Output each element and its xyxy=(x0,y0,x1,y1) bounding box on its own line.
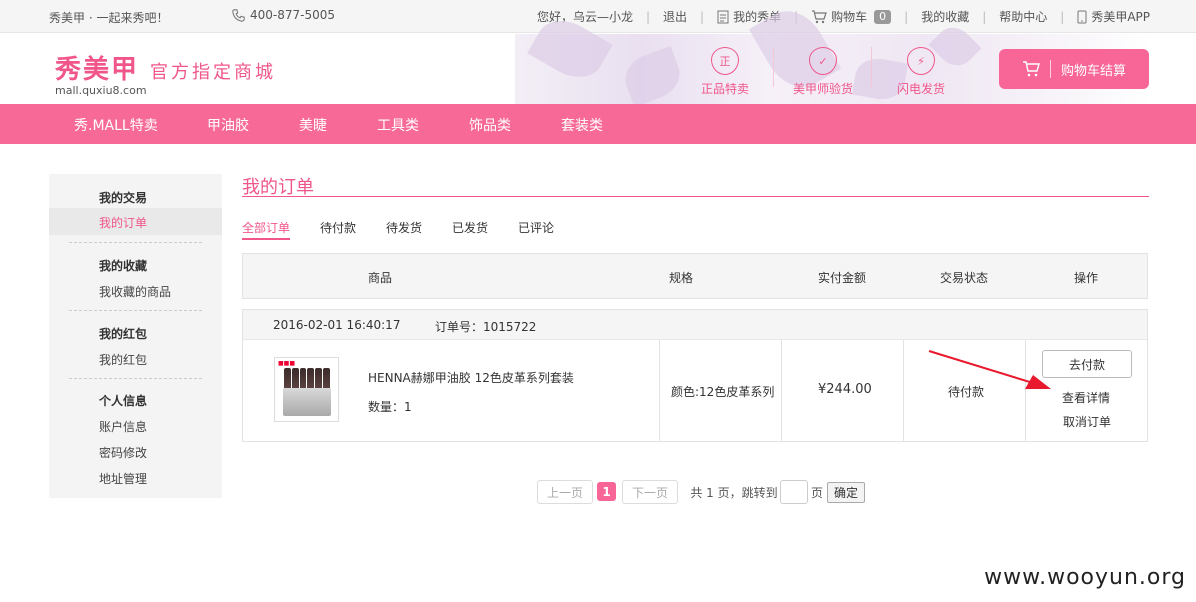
main-nav: 秀.MALL特卖 甲油胶 美睫 工具类 饰品类 套装类 xyxy=(0,104,1196,144)
phone-number: 400-877-5005 xyxy=(250,8,336,22)
column-amount: 实付金额 xyxy=(818,271,867,285)
sidebar-item-change-password[interactable]: 密码修改 xyxy=(99,444,147,461)
feature-label: 正品特卖 xyxy=(700,82,749,96)
tab-shipped[interactable]: 已发货 xyxy=(452,219,488,236)
page-summary: 共 1 页，跳转到 xyxy=(690,485,778,500)
feature-inspection: ✓ 美甲师验货 xyxy=(773,47,858,97)
column-product: 商品 xyxy=(368,271,393,285)
column-status: 交易状态 xyxy=(940,271,989,285)
annotation-arrow-icon xyxy=(925,345,1055,395)
cart-icon xyxy=(1022,61,1040,77)
product-quantity: 数量：1 xyxy=(368,400,412,414)
site-logo[interactable]: 秀美甲 官方指定商城 mall.quxiu8.com xyxy=(55,49,273,97)
hotline: 400-877-5005 xyxy=(232,8,335,22)
account-sidebar: 我的交易 我的订单 我的收藏 我收藏的商品 我的红包 我的红包 个人信息 账户信… xyxy=(49,174,222,498)
sidebar-item-favorite-products[interactable]: 我收藏的商品 xyxy=(99,283,171,300)
lightning-badge-icon: ⚡ xyxy=(907,47,935,75)
tab-pending-shipment[interactable]: 待发货 xyxy=(386,219,422,236)
cart-count-badge: 0 xyxy=(874,9,892,24)
tab-all-orders[interactable]: 全部订单 xyxy=(242,219,291,240)
favorites-link[interactable]: 我的收藏 xyxy=(921,8,969,25)
sidebar-item-red-packets[interactable]: 我的红包 xyxy=(99,351,147,368)
feature-label: 美甲师验货 xyxy=(792,82,853,96)
logo-tagline: 官方指定商城 xyxy=(150,62,276,83)
prev-page-button[interactable]: 上一页 xyxy=(537,480,593,504)
column-actions: 操作 xyxy=(1074,271,1099,285)
nav-item-accessories[interactable]: 饰品类 xyxy=(469,115,511,135)
sidebar-group-red-packets: 我的红包 xyxy=(99,327,148,341)
sidebar-item-label: 我的订单 xyxy=(99,216,148,230)
phone-icon xyxy=(232,8,245,22)
site-slogan: 秀美甲 · 一起来秀吧！ xyxy=(49,11,169,25)
app-link[interactable]: 秀美甲APP xyxy=(1077,8,1150,25)
cancel-order-link[interactable]: 取消订单 xyxy=(1063,413,1111,430)
cart-link[interactable]: 购物车 0 xyxy=(811,8,892,25)
nav-item-lashes[interactable]: 美睫 xyxy=(299,115,327,135)
feature-label: 闪电发货 xyxy=(896,82,945,96)
product-name-link[interactable]: HENNA赫娜甲油胶 12色皮革系列套装 xyxy=(368,369,574,386)
checkout-label: 购物车结算 xyxy=(1060,63,1126,79)
title-divider xyxy=(242,196,1149,197)
product-spec: 颜色:12色皮革系列 xyxy=(671,385,775,399)
feature-genuine: 正 正品特卖 xyxy=(690,47,760,97)
sidebar-item-my-orders[interactable]: 我的订单 xyxy=(49,208,222,235)
page-jump-confirm-button[interactable]: 确定 xyxy=(827,482,865,503)
column-spec: 规格 xyxy=(669,271,694,285)
cart-icon xyxy=(811,9,827,24)
paid-amount: ¥244.00 xyxy=(818,382,872,397)
genuine-badge-icon: 正 xyxy=(711,47,739,75)
sidebar-item-account-info[interactable]: 账户信息 xyxy=(99,418,147,435)
document-icon xyxy=(717,10,729,24)
top-bar: 秀美甲 · 一起来秀吧！ 400-877-5005 您好，乌云—小龙 | 退出 … xyxy=(0,0,1196,33)
order-number: 订单号：1015722 xyxy=(435,320,537,334)
nav-item-gel-polish[interactable]: 甲油胶 xyxy=(207,115,249,135)
logout-link[interactable]: 退出 xyxy=(663,8,687,25)
cart-label: 购物车 xyxy=(831,10,868,24)
next-page-button[interactable]: 下一页 xyxy=(622,480,678,504)
page-jump-input[interactable] xyxy=(780,480,808,504)
order-datetime: 2016-02-01 16:40:17 xyxy=(273,318,401,332)
feature-fast-shipping: ⚡ 闪电发货 xyxy=(871,47,956,97)
order-table-header: 商品 规格 实付金额 交易状态 操作 xyxy=(242,253,1148,299)
sidebar-group-profile: 个人信息 xyxy=(99,394,148,408)
sidebar-group-trades: 我的交易 xyxy=(99,191,148,205)
nav-item-mall-sale[interactable]: 秀.MALL特卖 xyxy=(74,115,158,135)
product-thumbnail[interactable]: ■■■ xyxy=(274,357,339,422)
site-header: 秀美甲 官方指定商城 mall.quxiu8.com 正 正品特卖 ✓ 美甲师验… xyxy=(0,0,1196,108)
tab-reviewed[interactable]: 已评论 xyxy=(518,219,554,236)
nav-item-sets[interactable]: 套装类 xyxy=(561,115,603,135)
help-center-link[interactable]: 帮助中心 xyxy=(999,8,1047,25)
view-details-link[interactable]: 查看详情 xyxy=(1062,389,1110,406)
check-badge-icon: ✓ xyxy=(809,47,837,75)
checkout-cart-button[interactable]: 购物车结算 xyxy=(999,49,1149,89)
mobile-icon xyxy=(1077,10,1087,24)
sidebar-item-address[interactable]: 地址管理 xyxy=(99,470,147,487)
tab-pending-payment[interactable]: 待付款 xyxy=(320,219,356,236)
watermark: www.wooyun.org xyxy=(984,565,1186,590)
current-page-button[interactable]: 1 xyxy=(597,482,616,501)
logo-brand: 秀美甲 xyxy=(55,55,140,85)
order-header: 2016-02-01 16:40:17 订单号：1015722 xyxy=(243,310,1147,340)
page-unit-label: 页 xyxy=(810,485,823,500)
logo-url: mall.quxiu8.com xyxy=(55,84,147,97)
nav-item-tools[interactable]: 工具类 xyxy=(377,115,419,135)
pay-now-button[interactable]: 去付款 xyxy=(1042,350,1132,378)
app-label: 秀美甲APP xyxy=(1091,10,1150,24)
brand-mark-icon: ■■■ xyxy=(278,360,296,367)
sidebar-group-favorites: 我的收藏 xyxy=(99,259,148,273)
